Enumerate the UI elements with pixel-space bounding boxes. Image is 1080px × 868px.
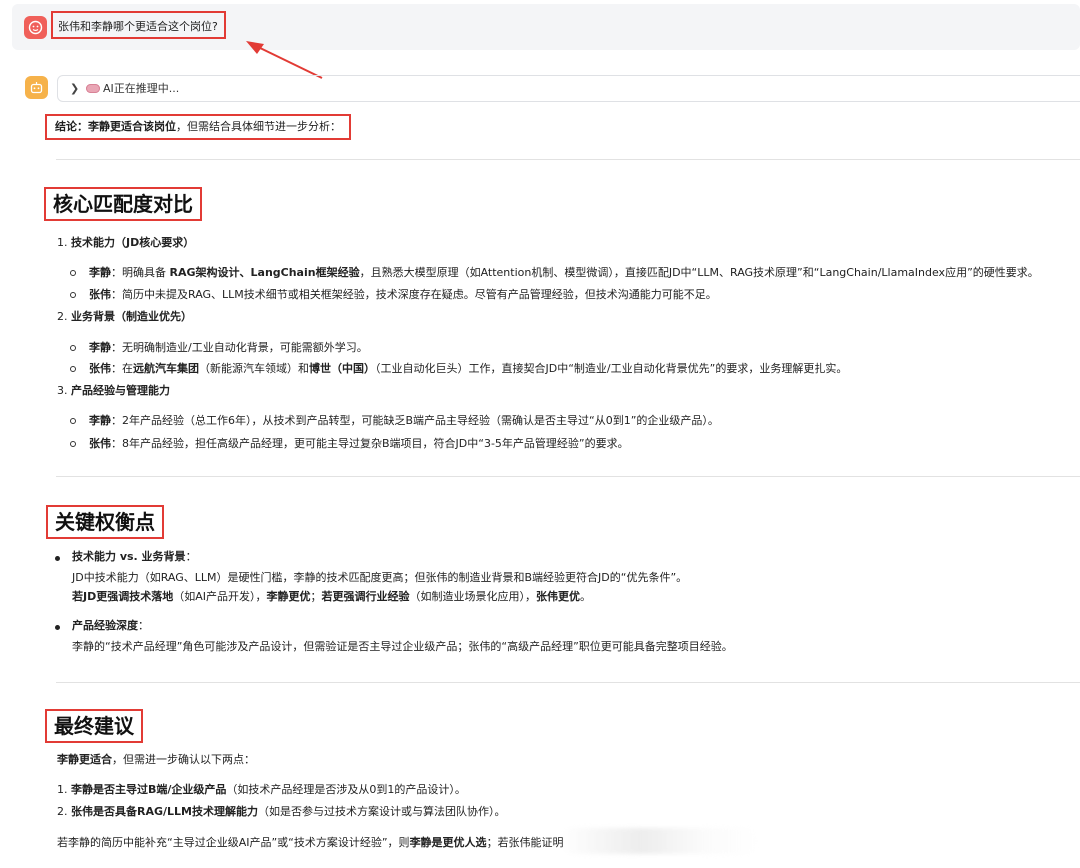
point-text: ：明确具备 — [111, 266, 170, 279]
list-item: 李静：2年产品经验（总工作6年），从技术到产品转型，可能缺乏B端产品主导经验（需… — [89, 413, 719, 429]
conclusion-line: 结论：李静更适合该岗位，但需结合具体细节进一步分析： — [45, 114, 351, 140]
bullet-dot — [55, 625, 60, 630]
point-bold: RAG架构设计、LangChain框架经验 — [169, 266, 360, 279]
bullet-circle — [70, 366, 76, 372]
candidate-name: 李静 — [89, 414, 111, 427]
plain-text: （如制造业场景化应用）， — [409, 590, 537, 603]
section-title-tradeoffs: 关键权衡点 — [46, 505, 164, 539]
conclusion-rest: ，但需结合具体细节进一步分析： — [176, 120, 341, 133]
point-text: ：无明确制造业/工业自动化背景，可能需额外学习。 — [111, 341, 368, 354]
bold-text: 张伟是否具备RAG/LLM技术理解能力 — [71, 805, 258, 818]
plain-text: （如技术产品经理是否涉及从0到1的产品设计）。 — [226, 783, 466, 796]
bold-text: 李静是更优人选 — [409, 836, 487, 849]
list-heading: 业务背景（制造业优先） — [71, 310, 192, 323]
point-text: （工业自动化巨头）工作，直接契合JD中“制造业/工业自动化背景优先”的要求，业务… — [375, 362, 848, 375]
bullet-circle — [70, 441, 76, 447]
list-item: 张伟：简历中未提及RAG、LLM技术细节或相关框架经验，技术深度存在疑虑。尽管有… — [89, 287, 717, 303]
plain-text: ，但需进一步确认以下两点： — [112, 753, 255, 766]
section-title-recommendation: 最终建议 — [45, 709, 143, 743]
list-item-heading: 2. 业务背景（制造业优先） — [57, 309, 192, 325]
list-item-heading: 1. 技术能力（JD核心要求） — [57, 235, 194, 251]
bold-text: 若更强调行业经验 — [321, 590, 410, 603]
plain-text: 。 — [580, 590, 592, 603]
recommendation-lead: 李静更适合，但需进一步确认以下两点： — [57, 752, 255, 768]
tradeoff-text: 李静的“技术产品经理”角色可能涉及产品设计，但需验证是否主导过企业级产品；张伟的… — [72, 640, 733, 653]
point-text: ，且熟悉大模型原理（如Attention机制、模型微调），直接匹配JD中“LLM… — [359, 266, 1039, 279]
bold-text: 李静是否主导过B端/企业级产品 — [71, 783, 227, 796]
ai-answer: 结论：李静更适合该岗位，但需结合具体细节进一步分析： 核心匹配度对比 1. 技术… — [0, 0, 1080, 868]
candidate-name: 张伟 — [89, 362, 111, 375]
list-item: 张伟：8年产品经验，担任高级产品经理，更可能主导过复杂B端项目，符合JD中“3-… — [89, 436, 629, 452]
colon: ： — [138, 619, 149, 632]
bold-text: 李静更适合 — [57, 753, 112, 766]
tradeoff-title: 产品经验深度 — [72, 619, 138, 632]
candidate-name: 张伟 — [89, 437, 111, 450]
bullet-circle — [70, 345, 76, 351]
tradeoff-heading: 产品经验深度： — [72, 618, 149, 634]
list-heading: 技术能力（JD核心要求） — [71, 236, 195, 249]
candidate-name: 李静 — [89, 341, 111, 354]
divider — [56, 682, 1080, 683]
bullet-circle — [70, 292, 76, 298]
point-bold: 博世（中国） — [309, 362, 375, 375]
tradeoff-text: JD中技术能力（如RAG、LLM）是硬性门槛，李静的技术匹配度更高；但张伟的制造… — [72, 571, 688, 584]
list-heading: 产品经验与管理能力 — [71, 384, 170, 397]
tradeoff-text: 若JD更强调技术落地（如AI产品开发），李静更优；若更强调行业经验（如制造业场景… — [72, 589, 591, 605]
streaming-fade — [560, 828, 760, 854]
plain-text: ； — [310, 590, 322, 603]
list-item: 1. 李静是否主导过B端/企业级产品（如技术产品经理是否涉及从0到1的产品设计）… — [57, 782, 466, 798]
plain-text: 若李静的简历中能补充“主导过企业级AI产品”或“技术方案设计经验”，则 — [57, 836, 410, 849]
candidate-name: 李静 — [89, 266, 111, 279]
final-line: 若李静的简历中能补充“主导过企业级AI产品”或“技术方案设计经验”，则李静是更优… — [57, 835, 564, 851]
bold-text: 若JD更强调技术落地 — [72, 590, 174, 603]
list-number: 1. — [57, 783, 68, 796]
bullet-dot — [55, 556, 60, 561]
divider — [56, 159, 1080, 160]
candidate-name: 张伟 — [89, 288, 111, 301]
point-text: ：在 — [111, 362, 133, 375]
list-item: 张伟：在远航汽车集团（新能源汽车领域）和博世（中国）（工业自动化巨头）工作，直接… — [89, 361, 847, 377]
list-number: 3. — [57, 384, 68, 397]
plain-text: ；若张伟能证明 — [486, 836, 564, 849]
list-item: 李静：无明确制造业/工业自动化背景，可能需额外学习。 — [89, 340, 368, 356]
bold-text: 李静更优 — [266, 590, 311, 603]
list-number: 1. — [57, 236, 68, 249]
list-item: 2. 张伟是否具备RAG/LLM技术理解能力（如是否参与过技术方案设计或与算法团… — [57, 804, 506, 820]
bullet-circle — [70, 270, 76, 276]
point-text: ：简历中未提及RAG、LLM技术细节或相关框架经验，技术深度存在疑虑。尽管有产品… — [111, 288, 717, 301]
tradeoff-title: 技术能力 vs. 业务背景 — [72, 550, 186, 563]
conclusion-prefix: 结论： — [55, 120, 88, 133]
tradeoff-heading: 技术能力 vs. 业务背景： — [72, 549, 197, 565]
point-text: （新能源汽车领域）和 — [199, 362, 309, 375]
list-item: 李静：明确具备 RAG架构设计、LangChain框架经验，且熟悉大模型原理（如… — [89, 265, 1039, 281]
divider — [56, 476, 1080, 477]
point-text: ：8年产品经验，担任高级产品经理，更可能主导过复杂B端项目，符合JD中“3-5年… — [111, 437, 629, 450]
section-title-match: 核心匹配度对比 — [44, 187, 202, 221]
point-text: ：2年产品经验（总工作6年），从技术到产品转型，可能缺乏B端产品主导经验（需确认… — [111, 414, 719, 427]
colon: ： — [185, 550, 197, 563]
list-number: 2. — [57, 310, 68, 323]
bullet-circle — [70, 418, 76, 424]
conclusion-bold: 李静更适合该岗位 — [88, 120, 176, 133]
point-bold: 远航汽车集团 — [133, 362, 199, 375]
list-number: 2. — [57, 805, 68, 818]
bold-text: 张伟更优 — [536, 590, 581, 603]
plain-text: （如是否参与过技术方案设计或与算法团队协作）。 — [258, 805, 506, 818]
list-item-heading: 3. 产品经验与管理能力 — [57, 383, 170, 399]
plain-text: （如AI产品开发）， — [173, 590, 267, 603]
